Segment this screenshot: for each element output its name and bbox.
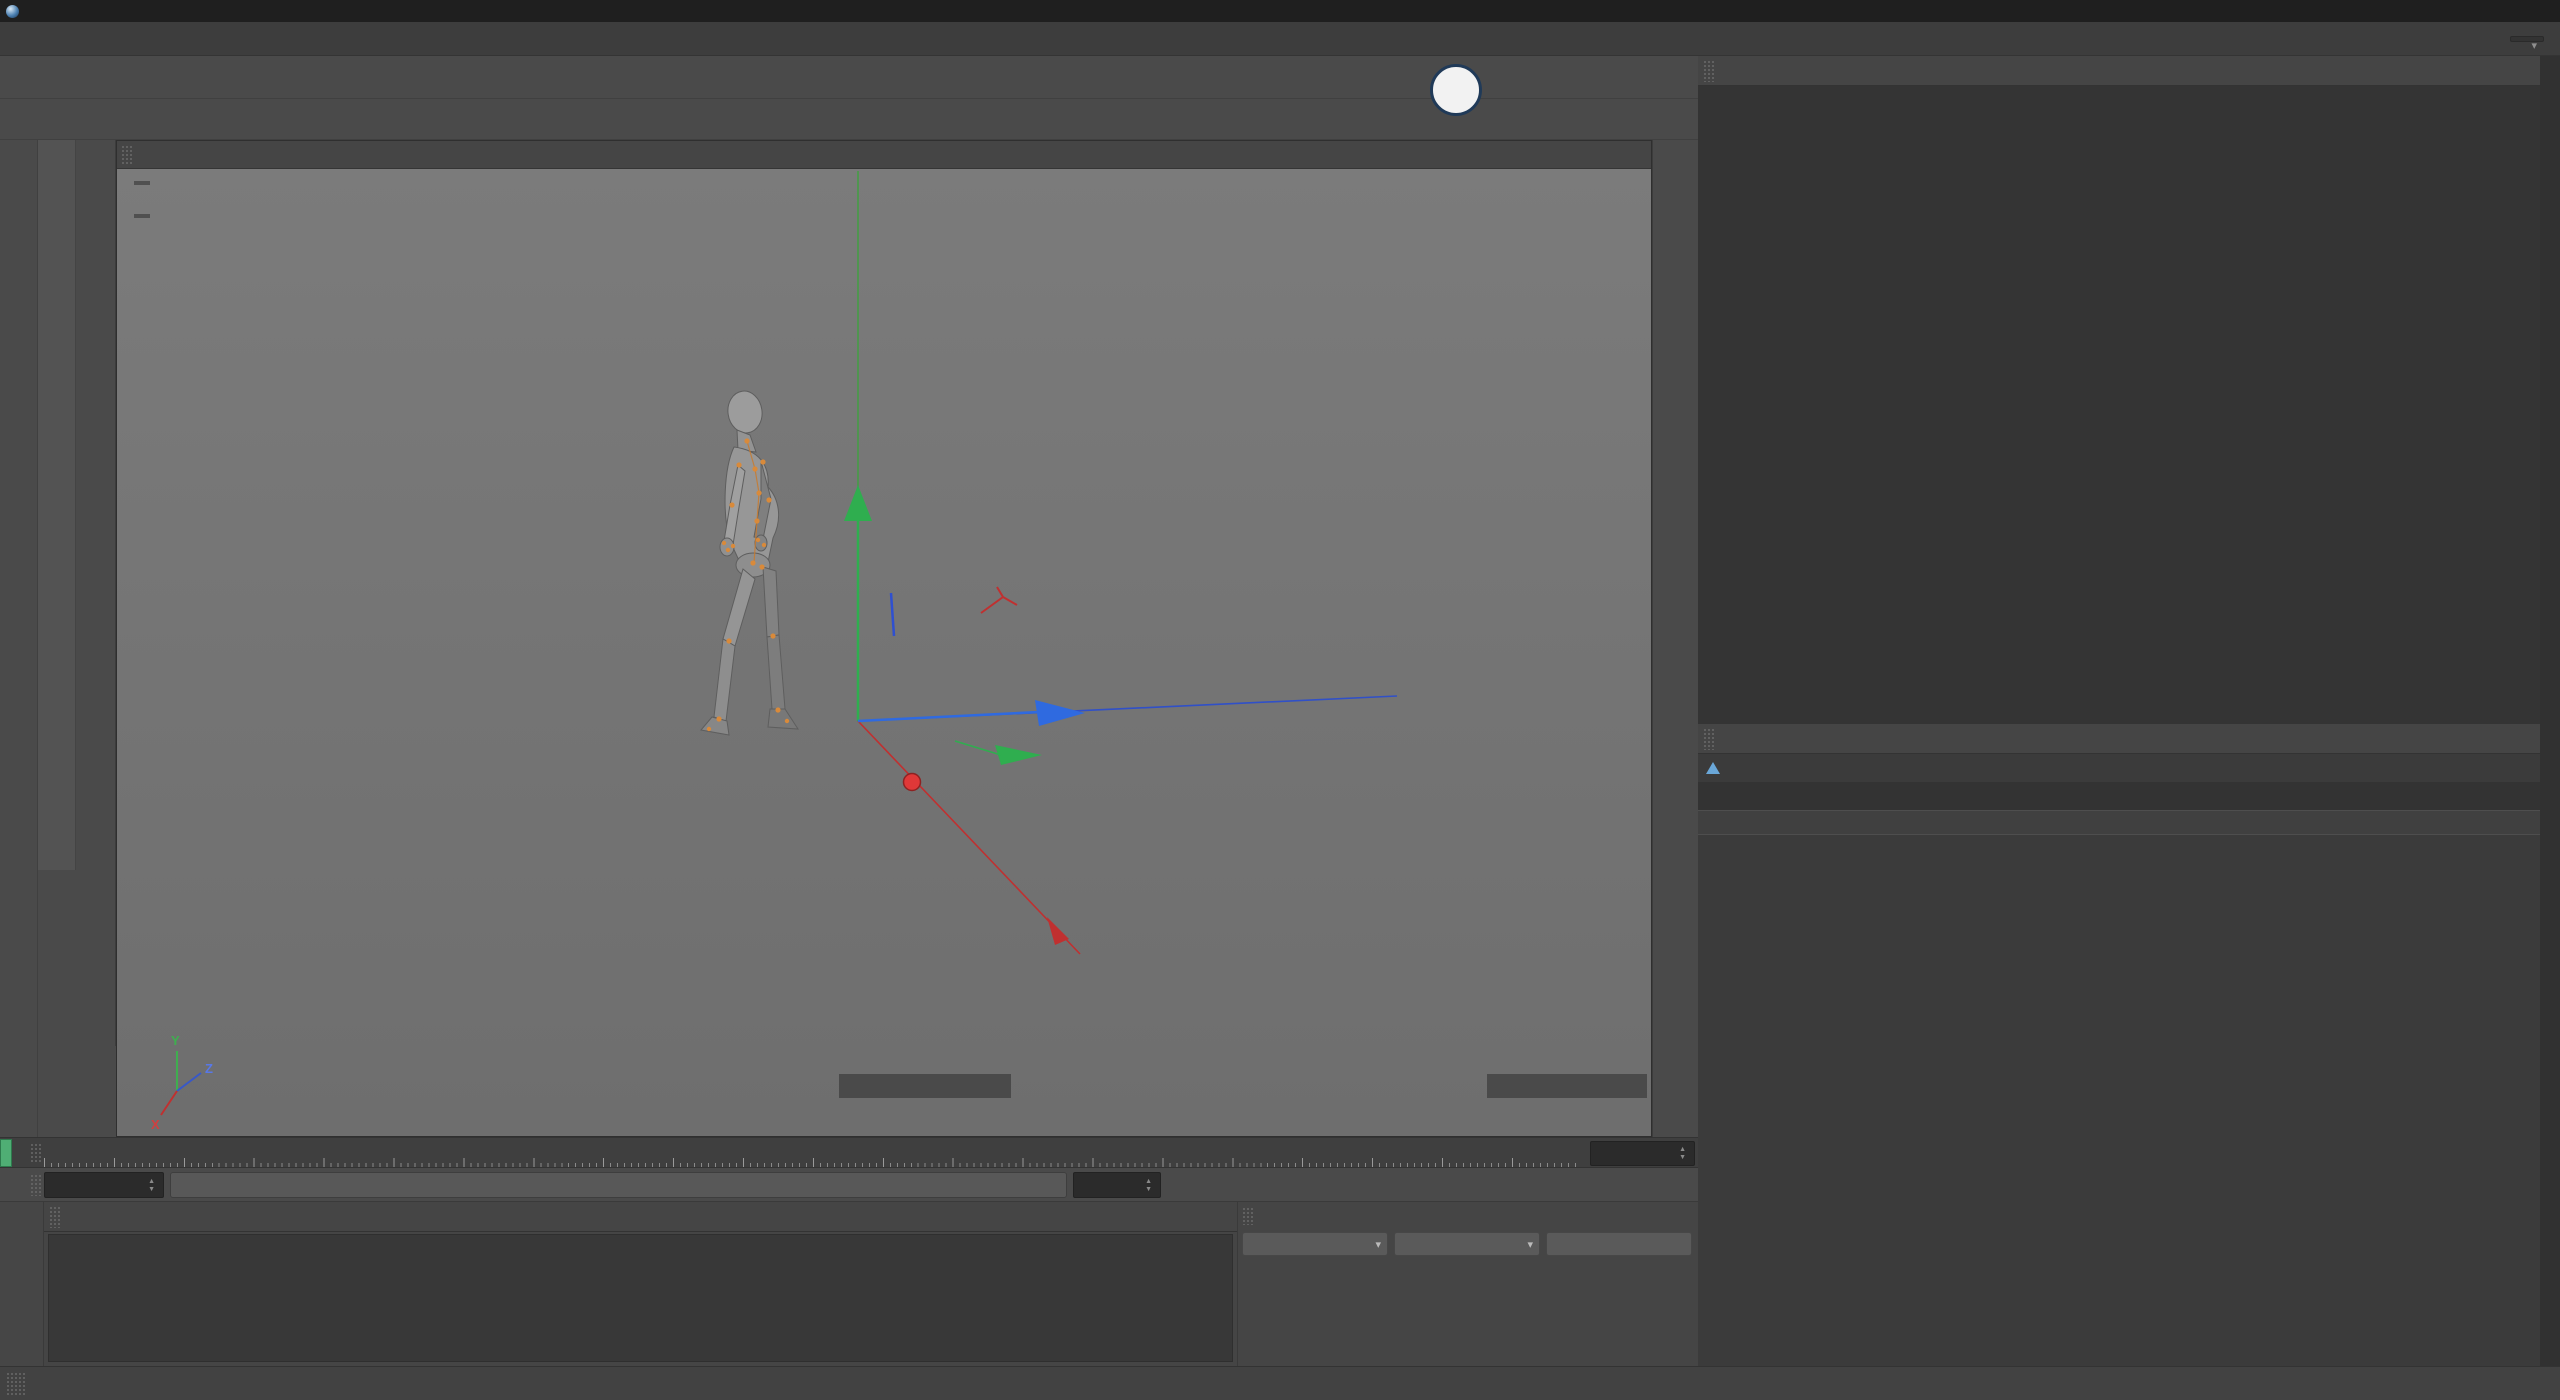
drag-grip[interactable] — [1242, 1207, 1254, 1225]
transport-bar: ▲ ▼ ▲ ▼ — [0, 1168, 1698, 1202]
range-end-field[interactable]: ▲ ▼ — [1073, 1172, 1161, 1198]
coordinates-manager — [1237, 1202, 1698, 1366]
deer-badge-icon[interactable] — [1430, 64, 1482, 116]
viewport-canvas[interactable]: Y Z X — [117, 169, 1651, 1136]
current-frame-field[interactable]: ▲ ▼ — [1590, 1141, 1695, 1166]
world-axes — [857, 171, 1398, 955]
timeline-ticks — [44, 1138, 1582, 1167]
minimize-button[interactable] — [2422, 0, 2468, 22]
size-mode-dropdown[interactable] — [1394, 1232, 1540, 1256]
attribute-title-row — [1698, 754, 2540, 782]
app-logo-icon — [6, 4, 19, 18]
stepper-icon[interactable]: ▲ ▼ — [148, 1178, 155, 1193]
main-menu-bar — [0, 22, 2560, 56]
drag-grip[interactable] — [30, 1174, 42, 1196]
gizmo-x-label: X — [151, 1117, 160, 1132]
drag-grip[interactable] — [1703, 59, 1715, 82]
plane-handle — [995, 745, 1042, 765]
y-axis-handle — [844, 485, 872, 521]
timeline-range-slider[interactable] — [170, 1172, 1067, 1198]
material-manager-menu — [44, 1202, 1237, 1232]
fps-info — [839, 1074, 1011, 1098]
gizmo-y-label: Y — [171, 1033, 180, 1048]
interface-dropdown[interactable] — [2510, 35, 2544, 52]
drag-grip[interactable] — [1703, 727, 1715, 750]
material-list-area[interactable] — [48, 1234, 1233, 1362]
status-bar — [0, 1366, 2560, 1400]
viewport-menu-bar — [117, 141, 1651, 169]
stepper-icon[interactable]: ▲ ▼ — [1145, 1178, 1152, 1193]
attribute-manager-menu — [1698, 724, 2540, 754]
window-controls — [2422, 0, 2560, 22]
layout-icon-strip — [1652, 140, 1698, 1137]
apply-button[interactable] — [1546, 1232, 1692, 1256]
scene-3d: Y Z X — [151, 171, 1398, 1132]
side-tab-strip — [2540, 56, 2560, 1366]
stepper-icon[interactable]: ▲ ▼ — [1679, 1146, 1686, 1161]
axis-handles[interactable] — [844, 485, 1085, 945]
range-start-field[interactable]: ▲ ▼ — [44, 1172, 164, 1198]
particles-overlay — [134, 214, 150, 218]
drag-grip — [6, 1371, 26, 1396]
x-axis-handle — [902, 772, 922, 792]
drag-grip[interactable] — [49, 1205, 61, 1228]
drag-grip[interactable] — [121, 144, 133, 165]
drag-grip[interactable] — [30, 1143, 42, 1164]
gizmo-z-label: Z — [205, 1061, 213, 1076]
tool-palette-b — [76, 140, 116, 1046]
object-tree — [1698, 86, 2540, 724]
timeline-ruler[interactable]: ▲ ▼ — [0, 1137, 1698, 1168]
interface-selector — [2502, 35, 2544, 52]
object-manager — [1698, 56, 2540, 724]
brand-strip — [0, 1202, 44, 1366]
axis-gizmo: Y Z X — [151, 1033, 213, 1132]
right-panel — [1698, 56, 2540, 1366]
timeline-playhead[interactable] — [0, 1139, 12, 1167]
attribute-tabs — [1698, 782, 2540, 810]
attribute-manager — [1698, 724, 2540, 835]
emitters-overlay — [134, 181, 150, 185]
title-bar — [0, 0, 2560, 22]
material-manager — [44, 1202, 1237, 1366]
grid-spacing-info — [1487, 1074, 1647, 1098]
section-header — [1698, 810, 2540, 835]
viewport-panel: Y Z X — [116, 140, 1652, 1137]
mode-toolbar — [0, 140, 38, 1137]
z-axis-handle — [1035, 700, 1085, 726]
polygon-object-icon — [1706, 762, 1720, 774]
tool-palette-a — [38, 140, 76, 870]
close-button[interactable] — [2514, 0, 2560, 22]
object-manager-menu — [1698, 56, 2540, 86]
position-mode-dropdown[interactable] — [1242, 1232, 1388, 1256]
maximize-button[interactable] — [2468, 0, 2514, 22]
